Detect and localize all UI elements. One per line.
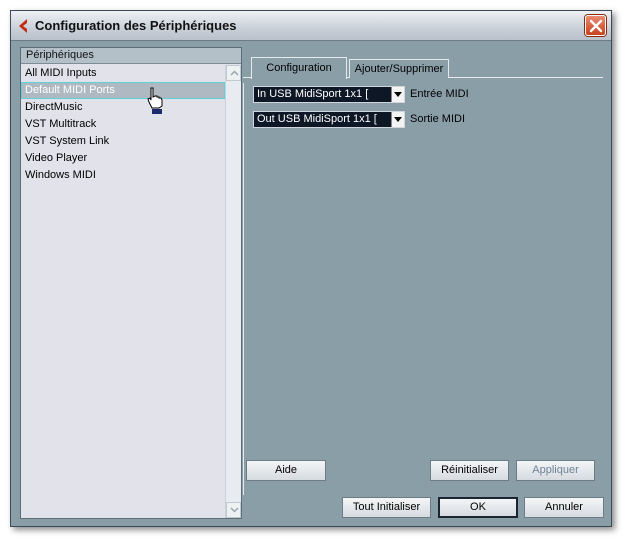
hand-pointer-icon <box>147 87 163 114</box>
help-button[interactable]: Aide <box>246 460 326 481</box>
midi-input-dropdown-arrow[interactable] <box>391 87 404 102</box>
tab-add-remove[interactable]: Ajouter/Supprimer <box>349 59 449 78</box>
list-item-directmusic[interactable]: DirectMusic <box>21 99 225 116</box>
close-button[interactable] <box>585 15 606 36</box>
cancel-button[interactable]: Annuler <box>524 497 604 518</box>
list-item-video-player[interactable]: Video Player <box>21 150 225 167</box>
device-list: All MIDI Inputs Default MIDI Ports Direc… <box>21 65 225 184</box>
chevron-down-icon <box>394 92 402 97</box>
list-item-vst-multitrack[interactable]: VST Multitrack <box>21 116 225 133</box>
midi-output-label: Sortie MIDI <box>410 113 466 125</box>
midi-output-value: Out USB MidiSport 1x1 [ <box>257 113 377 125</box>
scroll-up-button[interactable] <box>226 65 241 81</box>
midi-input-label: Entrée MIDI <box>410 88 469 100</box>
title-bar[interactable]: Configuration des Périphériques <box>11 11 611 41</box>
midi-output-dropdown-arrow[interactable] <box>391 112 404 127</box>
ok-button[interactable]: OK <box>438 497 518 518</box>
chevron-down-icon <box>230 507 239 513</box>
device-setup-dialog: Configuration des Périphériques Périphér… <box>10 10 612 527</box>
close-icon <box>589 19 603 33</box>
list-item-all-midi-inputs[interactable]: All MIDI Inputs <box>21 65 225 82</box>
midi-input-value: In USB MidiSport 1x1 [ <box>257 88 369 100</box>
list-item-vst-system-link[interactable]: VST System Link <box>21 133 225 150</box>
window-title: Configuration des Périphériques <box>35 18 237 33</box>
midi-input-select[interactable]: In USB MidiSport 1x1 [ <box>253 86 405 103</box>
scroll-down-button[interactable] <box>226 502 241 518</box>
panel-divider <box>243 83 244 495</box>
reset-button[interactable]: Réinitialiser <box>430 460 509 481</box>
tab-configuration[interactable]: Configuration <box>251 57 347 79</box>
device-list-header: Périphériques <box>21 48 241 64</box>
midi-output-select[interactable]: Out USB MidiSport 1x1 [ <box>253 111 405 128</box>
chevron-up-icon <box>230 70 239 76</box>
list-item-windows-midi[interactable]: Windows MIDI <box>21 167 225 184</box>
device-list-panel: Périphériques All MIDI Inputs Default MI… <box>20 47 242 519</box>
chevron-down-icon <box>394 117 402 122</box>
list-item-default-midi-ports[interactable]: Default MIDI Ports <box>21 82 225 99</box>
cubase-logo-icon <box>15 17 33 35</box>
reset-all-button[interactable]: Tout Initialiser <box>342 497 431 518</box>
settings-panel: Configuration Ajouter/Supprimer In USB M… <box>243 47 607 495</box>
apply-button[interactable]: Appliquer <box>516 460 595 481</box>
device-list-scrollbar[interactable] <box>225 65 241 518</box>
